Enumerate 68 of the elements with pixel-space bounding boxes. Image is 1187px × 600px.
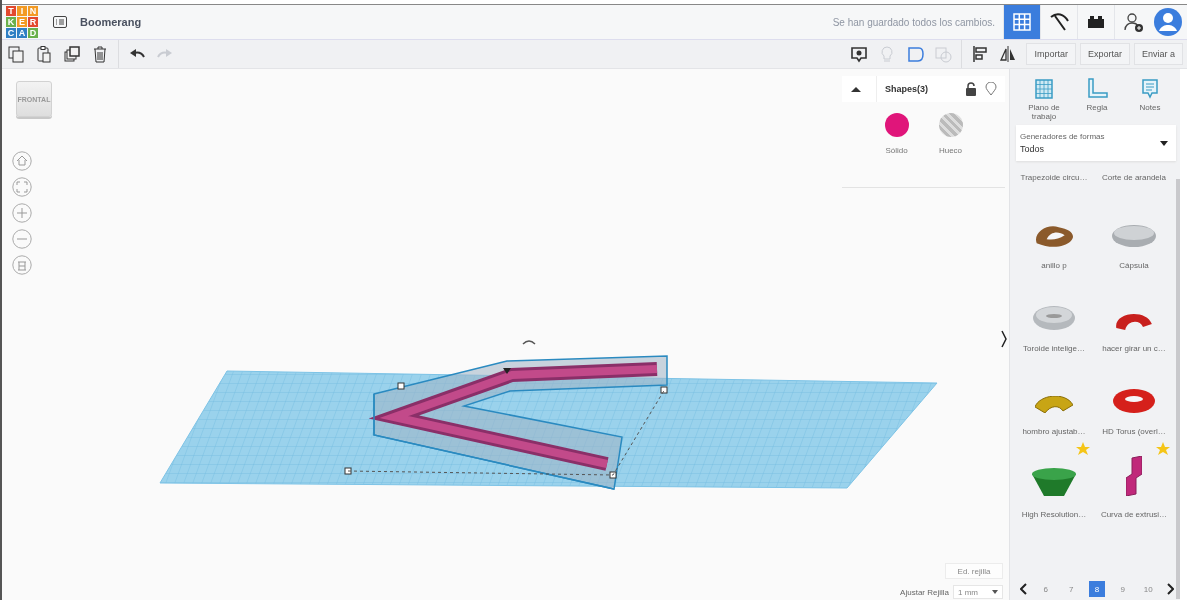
- shoulder-shape-icon: [1035, 396, 1073, 413]
- page-number[interactable]: 9: [1114, 581, 1131, 597]
- workplane-tool-button[interactable]: Plano de trabajo: [1020, 77, 1068, 122]
- toroid-shape-icon: [1033, 306, 1075, 330]
- shape-library-item[interactable]: HD Torus (overl…: [1096, 359, 1172, 442]
- home-button[interactable]: [12, 151, 32, 171]
- grid-icon: [1011, 11, 1033, 33]
- group-icon: [906, 45, 925, 63]
- snap-grid-dropdown[interactable]: 1 mm: [953, 585, 1003, 599]
- extrusion-shape-icon: [1126, 456, 1142, 496]
- save-status: Se han guardado todos los cambios.: [832, 16, 995, 28]
- avatar-icon[interactable]: [1153, 7, 1183, 37]
- page-number[interactable]: 6: [1037, 581, 1054, 597]
- shape-library-item[interactable]: High Resolution…: [1016, 442, 1092, 525]
- unlock-icon[interactable]: [965, 82, 977, 96]
- solid-color-swatch[interactable]: [884, 113, 909, 137]
- shape-library-item[interactable]: Trapezoide circu…: [1016, 173, 1092, 193]
- project-title[interactable]: Boomerang: [80, 16, 142, 28]
- shape-library-item[interactable]: hacer girar un c…: [1096, 276, 1172, 359]
- shape-library-item[interactable]: hombro ajustab…: [1016, 359, 1092, 442]
- page-number[interactable]: 10: [1140, 581, 1157, 597]
- ungroup-icon: [934, 45, 953, 63]
- logo[interactable]: T I N K E R C A D: [6, 6, 38, 38]
- option-label: Hueco: [938, 146, 963, 155]
- add-user-icon: [1122, 11, 1144, 33]
- hole-swatch[interactable]: [938, 113, 963, 137]
- shape-library-item[interactable]: Cápsula: [1096, 193, 1172, 276]
- shape-library-dropdown[interactable]: Generadores de formas Todos: [1016, 125, 1176, 161]
- toolbar-button[interactable]: Enviar a: [1133, 43, 1183, 65]
- toolbar-button[interactable]: Importar: [1026, 43, 1076, 65]
- shape-library-item[interactable]: Toroide intelige…: [1016, 276, 1092, 359]
- grid-view-button[interactable]: [1003, 5, 1040, 39]
- duplicate-icon: [63, 45, 81, 63]
- selection-title: Shapes(3): [876, 76, 957, 102]
- ring-shape-icon: [1035, 226, 1073, 247]
- ruler-icon: [1085, 77, 1109, 101]
- pickaxe-icon: [1048, 11, 1070, 33]
- expand-panel-icon[interactable]: [1000, 328, 1008, 350]
- edit-grid-button[interactable]: Ed. rejilla: [945, 563, 1003, 579]
- snap-grid-label: Ajustar Rejilla: [900, 587, 949, 597]
- cone-shape-icon: [1032, 468, 1076, 496]
- shape-library-item[interactable]: Corte de arandela: [1096, 173, 1172, 193]
- copy-icon: [7, 45, 25, 63]
- option-label: Sólido: [885, 146, 908, 155]
- previous-page-icon[interactable]: [1020, 583, 1028, 595]
- page-number[interactable]: 7: [1063, 581, 1080, 597]
- scrollbar[interactable]: [1176, 179, 1180, 599]
- next-page-icon[interactable]: [1165, 583, 1174, 595]
- light-bulb-icon[interactable]: [985, 82, 997, 96]
- capsule-shape-icon: [1112, 225, 1156, 247]
- notes-tool-button[interactable]: Notes: [1126, 77, 1174, 122]
- shape-library-item[interactable]: anillo p: [1016, 193, 1092, 276]
- shape-library-item[interactable]: Curva de extrusi…: [1096, 442, 1172, 525]
- page-number[interactable]: 8: [1088, 581, 1105, 597]
- spin-shape-icon: [1116, 314, 1152, 330]
- boomerang-model-drawing[interactable]: [344, 340, 668, 490]
- clipboard-icon: [35, 45, 53, 63]
- toolbar-button[interactable]: Exportar: [1079, 43, 1130, 65]
- speech-bubble-icon: [850, 45, 869, 63]
- dropdown-caret-icon: [992, 590, 998, 594]
- align-icon: [971, 45, 990, 63]
- trash-icon: [91, 45, 109, 63]
- dropdown-caret-icon: [1160, 140, 1168, 146]
- list-icon[interactable]: [52, 14, 68, 30]
- ruler-tool-button[interactable]: Regla: [1073, 77, 1121, 122]
- workplane-icon: [1032, 77, 1056, 101]
- torus-shape-icon: [1113, 389, 1155, 413]
- mirror-icon: [999, 45, 1018, 63]
